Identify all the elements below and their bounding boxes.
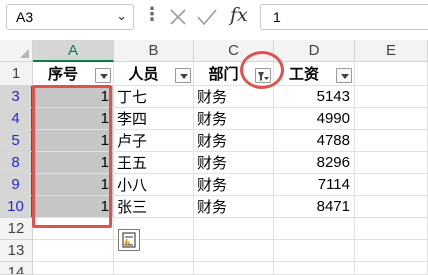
column-header-e[interactable]: E	[355, 40, 428, 62]
select-all-button[interactable]	[0, 40, 33, 62]
row-header-1[interactable]: 1	[0, 62, 33, 86]
funnel-icon	[258, 72, 269, 81]
cell-d8[interactable]: 8296	[274, 152, 355, 174]
row-header-12[interactable]: 12	[0, 218, 33, 240]
check-icon[interactable]	[196, 7, 218, 27]
header-label-seq: 序号	[47, 65, 78, 83]
cell-a12[interactable]	[33, 218, 114, 240]
formula-input[interactable]: 1	[260, 4, 428, 30]
column-header-a[interactable]: A	[33, 40, 114, 62]
close-icon[interactable]	[168, 7, 188, 27]
cell-a13[interactable]	[33, 240, 114, 262]
cell-e4[interactable]	[355, 108, 428, 130]
filter-button-c-active[interactable]	[255, 68, 271, 83]
row-header-8[interactable]: 8	[0, 152, 33, 174]
cell-e5[interactable]	[355, 130, 428, 152]
cell-c4[interactable]: 财务	[194, 108, 274, 130]
cell-c10[interactable]: 财务	[194, 196, 274, 218]
chevron-down-icon	[180, 74, 188, 79]
filter-button-b[interactable]	[175, 68, 191, 83]
filter-button-a[interactable]	[95, 68, 111, 83]
cell-a8[interactable]: 1	[33, 152, 114, 174]
header-label-person: 人员	[128, 65, 159, 83]
cell-b3[interactable]: 丁七	[114, 86, 194, 108]
row-header-4[interactable]: 4	[0, 108, 33, 130]
cell-c13[interactable]	[194, 240, 274, 262]
row-header-10[interactable]: 10	[0, 196, 33, 218]
formula-bar: A3 ⌄ ⋮ fx 1	[0, 0, 428, 36]
cell-a4[interactable]: 1	[33, 108, 114, 130]
cell-d5[interactable]: 4788	[274, 130, 355, 152]
cell-e1[interactable]	[355, 62, 428, 86]
chevron-down-icon[interactable]: ⌄	[116, 9, 127, 24]
formula-value[interactable]: 1	[273, 9, 281, 25]
cell-e12[interactable]	[355, 218, 428, 240]
worksheet-grid: A B C D E 1 3 4 5 8 9 10 12 13 14 序号 人员 …	[0, 40, 428, 275]
cell-d3[interactable]: 5143	[274, 86, 355, 108]
cell-c12[interactable]	[194, 218, 274, 240]
cell-b8[interactable]: 王五	[114, 152, 194, 174]
column-header-d[interactable]: D	[274, 40, 355, 62]
cell-a5[interactable]: 1	[33, 130, 114, 152]
cell-c5[interactable]: 财务	[194, 130, 274, 152]
cell-a10[interactable]: 1	[33, 196, 114, 218]
header-label-salary: 工资	[288, 65, 319, 83]
cell-e9[interactable]	[355, 174, 428, 196]
cell-e10[interactable]	[355, 196, 428, 218]
cell-d4[interactable]: 4990	[274, 108, 355, 130]
cell-a9[interactable]: 1	[33, 174, 114, 196]
name-box[interactable]: A3 ⌄	[6, 4, 134, 30]
cell-c8[interactable]: 财务	[194, 152, 274, 174]
quick-analysis-icon	[122, 232, 136, 248]
cell-c14[interactable]	[194, 262, 274, 275]
cell-b5[interactable]: 卢子	[114, 130, 194, 152]
cell-d12[interactable]	[274, 218, 355, 240]
column-header-c[interactable]: C	[194, 40, 274, 62]
cell-e14[interactable]	[355, 262, 428, 275]
column-header-b[interactable]: B	[114, 40, 194, 62]
cell-e8[interactable]	[355, 152, 428, 174]
cell-d9[interactable]: 7114	[274, 174, 355, 196]
filter-button-d[interactable]	[336, 68, 352, 83]
cell-d14[interactable]	[274, 262, 355, 275]
cell-c3[interactable]: 财务	[194, 86, 274, 108]
cell-a3[interactable]: 1	[33, 86, 114, 108]
formula-bar-buttons: fx	[162, 4, 254, 30]
cell-e13[interactable]	[355, 240, 428, 262]
cell-b10[interactable]: 张三	[114, 196, 194, 218]
header-label-dept: 部门	[208, 65, 239, 83]
cell-d13[interactable]	[274, 240, 355, 262]
row-header-9[interactable]: 9	[0, 174, 33, 196]
name-box-value[interactable]: A3	[16, 9, 33, 25]
cell-a14[interactable]	[33, 262, 114, 275]
cell-e3[interactable]	[355, 86, 428, 108]
more-options-icon[interactable]: ⋮	[143, 6, 161, 24]
cell-d10[interactable]: 8471	[274, 196, 355, 218]
insert-function-button[interactable]: fx	[230, 4, 248, 26]
row-header-3[interactable]: 3	[0, 86, 33, 108]
chevron-down-icon	[100, 74, 108, 79]
quick-analysis-button[interactable]	[118, 229, 140, 251]
row-header-13[interactable]: 13	[0, 240, 33, 262]
chevron-down-icon	[341, 74, 349, 79]
row-header-5[interactable]: 5	[0, 130, 33, 152]
cell-b9[interactable]: 小八	[114, 174, 194, 196]
cell-b4[interactable]: 李四	[114, 108, 194, 130]
cell-b14[interactable]	[114, 262, 194, 275]
cell-c9[interactable]: 财务	[194, 174, 274, 196]
row-header-14[interactable]: 14	[0, 262, 33, 275]
